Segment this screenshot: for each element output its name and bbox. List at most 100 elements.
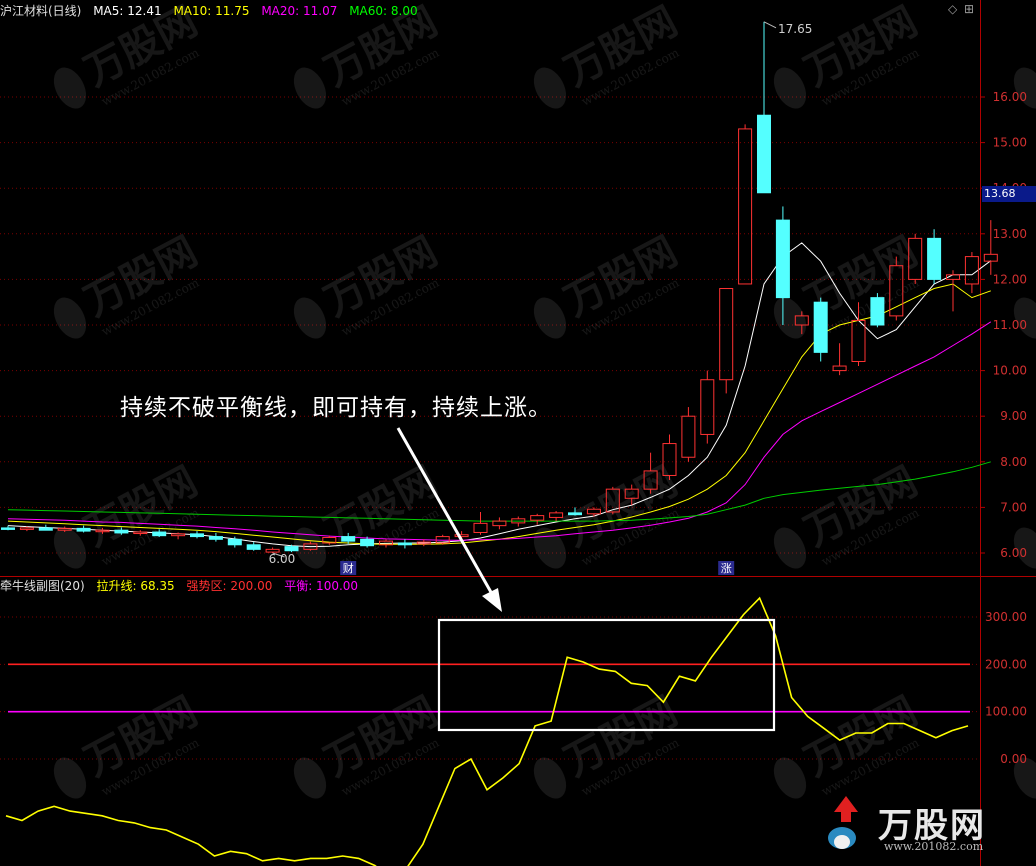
annotation-text: 持续不破平衡线，即可持有，持续上涨。 (120, 395, 552, 421)
highlight-box (437, 618, 776, 732)
ma60-label: MA60: 8.00 (349, 4, 418, 18)
price-tick-label: 10.00 (993, 364, 1027, 378)
candle-body (397, 542, 412, 546)
candle-body (152, 531, 167, 537)
watermark-tile: 万股网www.201082.com (1013, 297, 1036, 339)
candle-body (76, 527, 91, 532)
candle (190, 531, 204, 539)
candle (946, 270, 960, 312)
high-pointer (763, 21, 777, 29)
candle-body (927, 237, 942, 280)
candle-body (190, 533, 204, 538)
candle (246, 542, 261, 551)
candle-body (700, 379, 715, 435)
candle (964, 252, 979, 294)
candle-body (1, 527, 15, 530)
ma5-label: MA5: 12.41 (93, 4, 162, 18)
candle-body (870, 297, 885, 326)
candle-body (171, 533, 186, 537)
indicator-tick-label: 100.00 (985, 705, 1027, 719)
annotation-arrowhead (482, 588, 502, 612)
event-marker-label-zhang: 涨 (721, 562, 732, 575)
candle-body (983, 253, 998, 262)
grid-toggle-icon[interactable]: ⊞ (964, 2, 974, 16)
candle-body (530, 515, 545, 521)
candle (171, 532, 186, 540)
ma20-label: MA20: 11.07 (261, 4, 338, 18)
price-tick-label: 16.00 (993, 90, 1027, 104)
price-tick-label: 7.00 (1000, 500, 1027, 514)
candle-body (719, 288, 734, 381)
watermark-tile: 万股网www.201082.com (773, 228, 925, 339)
annotation-overlay: 17.65 6.00 财 涨 (269, 21, 812, 732)
pull-line-label: 拉升线: 68.35 (96, 579, 175, 593)
indicator-tick-label: 0.00 (1000, 752, 1027, 766)
bull-logo-icon (828, 796, 858, 849)
watermark-tile: 万股网www.201082.com (773, 0, 925, 109)
watermark-tile: 万股网www.201082.com (53, 228, 205, 339)
candle-body (341, 536, 356, 542)
stock-title[interactable]: 沪江材料(日线) (0, 4, 81, 18)
watermark-tile: 万股网www.201082.com (53, 458, 205, 569)
price-tick-label: 12.00 (993, 272, 1027, 286)
candle-body (775, 219, 790, 299)
candle (473, 511, 488, 535)
candle-body (568, 512, 582, 516)
brand-url: www.201082.com (884, 840, 984, 853)
candle (719, 288, 734, 394)
candle (813, 297, 828, 362)
watermark-tile: 万股网www.201082.com (533, 0, 685, 109)
candle-body (246, 544, 261, 550)
ma10-label: MA10: 11.75 (173, 4, 250, 18)
price-tick-label: 11.00 (993, 318, 1027, 332)
candle (397, 539, 412, 549)
candle (832, 343, 847, 376)
last-price-tag: 13.68 (982, 186, 1036, 202)
price-tick-label: 13.00 (993, 227, 1027, 241)
watermark-tile: 万股网www.201082.com (533, 688, 685, 799)
candle-body (473, 522, 488, 533)
candle-body (492, 520, 507, 527)
price-tick-label: 15.00 (993, 136, 1027, 150)
price-tick-label: 9.00 (1000, 409, 1027, 423)
watermark-tile: 万股网www.201082.com (773, 458, 925, 569)
candle (700, 370, 715, 444)
indicator-title[interactable]: 牵牛线副图(20) (0, 579, 85, 593)
candle-body (208, 536, 223, 540)
watermark-tile: 万股网www.201082.com (1013, 67, 1036, 109)
candle (492, 517, 507, 530)
candle-body (227, 538, 242, 546)
candle-body (284, 546, 299, 552)
indicator-tick-label: 300.00 (985, 610, 1027, 624)
candle-body (813, 301, 828, 353)
diamond-icon[interactable]: ◇ (948, 2, 957, 16)
candle-body (38, 527, 53, 531)
watermark-tile: 万股网www.201082.com (293, 688, 445, 799)
balance-label: 平衡: 100.00 (284, 579, 359, 593)
watermark-tile: 万股网www.201082.com (293, 228, 445, 339)
candle-body (114, 529, 129, 534)
candle-body (681, 415, 696, 458)
candle (681, 407, 696, 462)
price-tick-label: 8.00 (1000, 455, 1027, 469)
indicator-tick-label: 200.00 (985, 657, 1027, 671)
candle-body (738, 128, 753, 285)
watermark-tile: 万股网www.201082.com (53, 688, 205, 799)
event-marker-label-cai: 财 (343, 561, 354, 575)
candle (38, 524, 53, 531)
candle (738, 124, 753, 285)
candle-body (360, 538, 375, 547)
candle (208, 532, 223, 542)
high-label: 17.65 (778, 22, 812, 36)
candle-body (832, 365, 847, 372)
candle (530, 513, 545, 525)
price-tick-label: 6.00 (1000, 546, 1027, 560)
watermark-tile: 万股网www.201082.com (1013, 527, 1036, 569)
brand-logo: 万股网 www.201082.com (818, 792, 1028, 858)
strong-zone-label: 强势区: 200.00 (186, 579, 273, 593)
candle-body (19, 527, 34, 530)
candle-body (757, 114, 771, 194)
candle (757, 21, 771, 194)
watermark-shape (1013, 67, 1036, 109)
chart-canvas: 万股网www.201082.com 万股网www.201082.com 万股网www… (0, 0, 1036, 866)
